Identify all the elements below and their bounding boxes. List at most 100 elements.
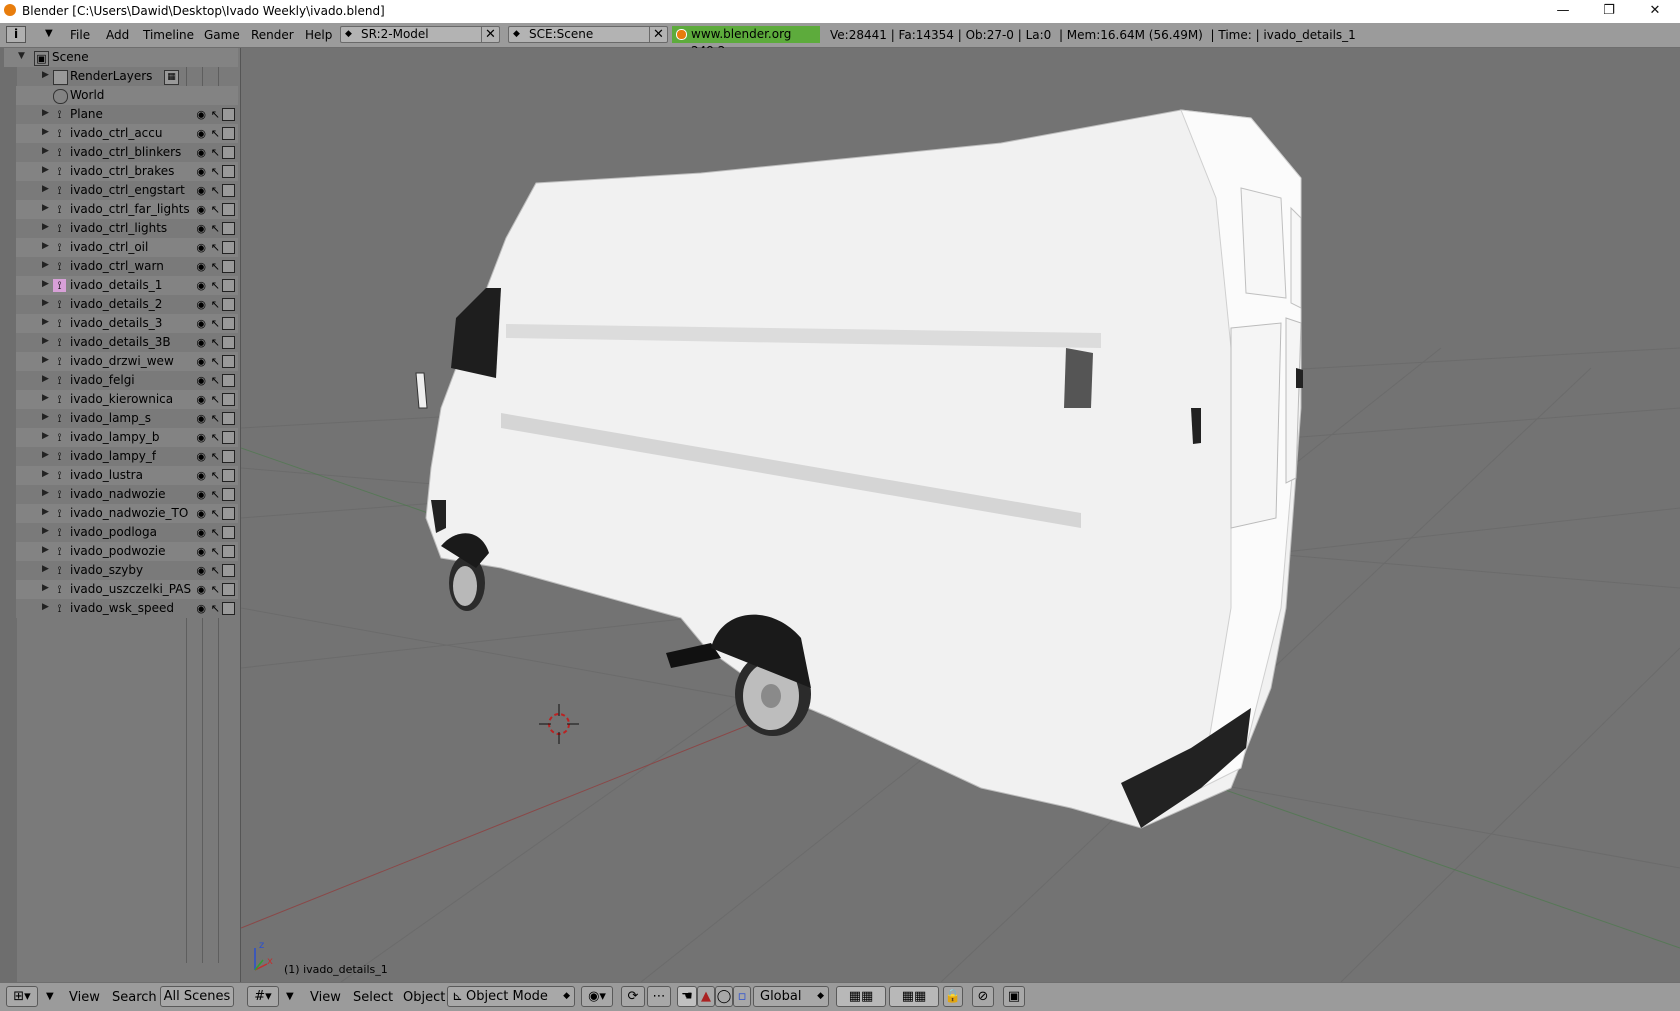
renderable-icon[interactable] [222,583,235,596]
selectable-cursor-icon[interactable]: ↖ [211,545,220,558]
hand-icon[interactable]: ☚ [677,986,697,1007]
visibility-eye-icon[interactable]: ◉ [196,355,206,368]
visibility-eye-icon[interactable]: ◉ [196,184,206,197]
expand-triangle-icon[interactable]: ▶ [42,507,49,517]
renderable-icon[interactable] [222,355,235,368]
expand-triangle-icon[interactable]: ▶ [42,260,49,270]
tree-item-object[interactable]: ▶ ⟟ ivado_details_3B ◉ ↖ [16,333,238,352]
renderable-icon[interactable] [222,241,235,254]
3d-viewport[interactable]: z x (1) ivado_details_1 [241,48,1680,982]
version-badge[interactable]: www.blender.org 249.2 [672,26,820,58]
tree-item-object[interactable]: ▶ ⟟ ivado_lampy_f ◉ ↖ [16,447,238,466]
selectable-cursor-icon[interactable]: ↖ [211,583,220,596]
expand-triangle-icon[interactable]: ▶ [42,146,49,156]
tree-item-object[interactable]: ▶ ⟟ Plane ◉ ↖ [16,105,238,124]
menu-file[interactable]: File [70,28,90,42]
selectable-cursor-icon[interactable]: ↖ [211,241,220,254]
outliner-menu-search[interactable]: Search [112,990,157,1005]
tree-item-object[interactable]: ▶ ⟟ ivado_felgi ◉ ↖ [16,371,238,390]
expand-triangle-icon[interactable]: ▶ [42,526,49,536]
expand-triangle-icon[interactable]: ▶ [42,222,49,232]
expand-triangle-icon[interactable]: ▶ [42,70,49,80]
collapse-menu-icon[interactable]: ▼ [45,28,53,39]
3d-cursor-icon[interactable] [539,704,579,744]
render-icon[interactable]: ▦ [164,70,179,85]
mode-dropdown[interactable]: ⊾ Object Mode ◆ [447,986,575,1007]
selectable-cursor-icon[interactable]: ↖ [211,279,220,292]
renderable-icon[interactable] [222,545,235,558]
renderable-icon[interactable] [222,488,235,501]
orientation-dropdown[interactable]: Global ◆ [753,986,829,1007]
selectable-cursor-icon[interactable]: ↖ [211,184,220,197]
visibility-eye-icon[interactable]: ◉ [196,203,206,216]
renderable-icon[interactable] [222,602,235,615]
visibility-eye-icon[interactable]: ◉ [196,279,206,292]
tree-item-object[interactable]: ▶ ⟟ ivado_ctrl_engstart ◉ ↖ [16,181,238,200]
selectable-cursor-icon[interactable]: ↖ [211,374,220,387]
menu-render[interactable]: Render [251,28,294,42]
collapse-menu-icon[interactable]: ▼ [286,991,294,1002]
expand-triangle-icon[interactable]: ▶ [42,488,49,498]
tree-item-object[interactable]: ▶ ⟟ ivado_podwozie ◉ ↖ [16,542,238,561]
expand-triangle-icon[interactable]: ▶ [42,374,49,384]
selectable-cursor-icon[interactable]: ↖ [211,203,220,216]
expand-triangle-icon[interactable]: ▶ [42,564,49,574]
tree-item-object[interactable]: ▶ ⟟ ivado_details_1 ◉ ↖ [16,276,238,295]
renderable-icon[interactable] [222,393,235,406]
tree-item-object[interactable]: ▶ ⟟ ivado_lampy_b ◉ ↖ [16,428,238,447]
expand-triangle-icon[interactable]: ▶ [42,431,49,441]
renderable-icon[interactable] [222,108,235,121]
selectable-cursor-icon[interactable]: ↖ [211,317,220,330]
expand-triangle-icon[interactable]: ▶ [42,393,49,403]
van-model[interactable] [415,109,1303,829]
visibility-eye-icon[interactable]: ◉ [196,127,206,140]
tree-item-object[interactable]: ▶ ⟟ ivado_uszczelki_PAS ◉ ↖ [16,580,238,599]
visibility-eye-icon[interactable]: ◉ [196,488,206,501]
expand-triangle-icon[interactable]: ▶ [42,165,49,175]
all-scenes-dropdown[interactable]: All Scenes [160,986,234,1007]
tree-item-object[interactable]: ▶ ⟟ ivado_szyby ◉ ↖ [16,561,238,580]
selectable-cursor-icon[interactable]: ↖ [211,108,220,121]
selectable-cursor-icon[interactable]: ↖ [211,526,220,539]
minimize-button[interactable]: — [1540,0,1586,23]
tree-item-object[interactable]: ▶ ⟟ ivado_ctrl_brakes ◉ ↖ [16,162,238,181]
renderable-icon[interactable] [222,260,235,273]
tree-item-world[interactable]: World [16,86,238,105]
selectable-cursor-icon[interactable]: ↖ [211,260,220,273]
renderable-icon[interactable] [222,374,235,387]
renderable-icon[interactable] [222,165,235,178]
visibility-eye-icon[interactable]: ◉ [196,507,206,520]
visibility-eye-icon[interactable]: ◉ [196,564,206,577]
menu-select[interactable]: Select [353,990,393,1005]
visibility-eye-icon[interactable]: ◉ [196,393,206,406]
tree-item-object[interactable]: ▶ ⟟ ivado_lustra ◉ ↖ [16,466,238,485]
visibility-eye-icon[interactable]: ◉ [196,526,206,539]
tree-item-object[interactable]: ▶ ⟟ ivado_nadwozie_TO ◉ ↖ [16,504,238,523]
tree-item-object[interactable]: ▶ ⟟ ivado_details_3 ◉ ↖ [16,314,238,333]
renderable-icon[interactable] [222,450,235,463]
selectable-cursor-icon[interactable]: ↖ [211,298,220,311]
renderable-icon[interactable] [222,146,235,159]
tree-item-object[interactable]: ▶ ⟟ ivado_ctrl_oil ◉ ↖ [16,238,238,257]
screen-selector[interactable]: ◆ SR:2-Model ✕ [340,26,500,43]
outliner-menu-view[interactable]: View [69,990,100,1005]
visibility-eye-icon[interactable]: ◉ [196,450,206,463]
expand-triangle-icon[interactable]: ▶ [42,355,49,365]
visibility-eye-icon[interactable]: ◉ [196,260,206,273]
tree-item-object[interactable]: ▶ ⟟ ivado_nadwozie ◉ ↖ [16,485,238,504]
renderable-icon[interactable] [222,507,235,520]
selectable-cursor-icon[interactable]: ↖ [211,488,220,501]
tree-item-object[interactable]: ▶ ⟟ ivado_podloga ◉ ↖ [16,523,238,542]
tree-item-object[interactable]: ▶ ⟟ ivado_kierownica ◉ ↖ [16,390,238,409]
translate-icon[interactable]: ▲ [697,986,715,1007]
expand-triangle-icon[interactable]: ▶ [42,298,49,308]
renderable-icon[interactable] [222,127,235,140]
visibility-eye-icon[interactable]: ◉ [196,602,206,615]
visibility-eye-icon[interactable]: ◉ [196,412,206,425]
tree-item-renderlayers[interactable]: ▶ RenderLayers ▦ [16,67,238,86]
menu-add[interactable]: Add [106,28,129,42]
expand-triangle-icon[interactable]: ▶ [42,241,49,251]
collapse-menu-icon[interactable]: ▼ [46,991,54,1002]
expand-triangle-icon[interactable]: ▶ [42,545,49,555]
selectable-cursor-icon[interactable]: ↖ [211,127,220,140]
